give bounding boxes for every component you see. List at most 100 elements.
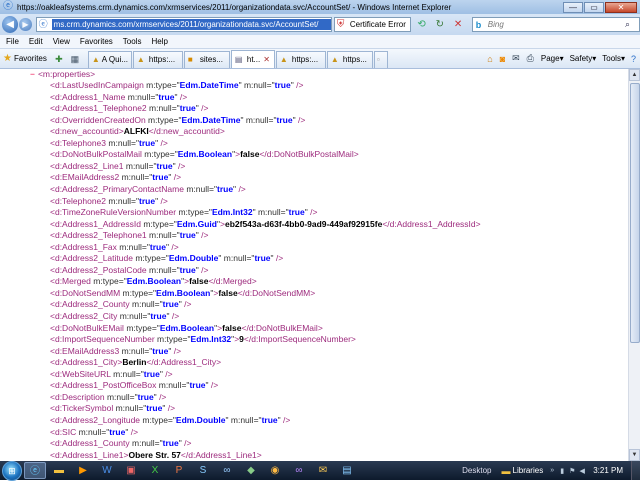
tab-2[interactable]: ▲ https:... bbox=[132, 50, 183, 68]
menu-favorites[interactable]: Favorites bbox=[76, 35, 117, 49]
maximize-button[interactable]: ▭ bbox=[584, 1, 604, 13]
scroll-thumb[interactable] bbox=[630, 83, 640, 343]
libraries-toolbar[interactable]: ▬ Libraries bbox=[498, 466, 548, 476]
search-icon[interactable]: ⌕ bbox=[625, 19, 639, 30]
scroll-up-arrow[interactable]: ▲ bbox=[629, 69, 640, 81]
start-button[interactable]: ⊞ bbox=[2, 460, 22, 481]
taskbar-paint-icon[interactable]: ▣ bbox=[120, 462, 142, 479]
tag-name: d:OverriddenCreatedOn bbox=[54, 114, 146, 125]
new-tab-button[interactable]: ▫ bbox=[373, 50, 388, 68]
help-button[interactable]: ? bbox=[628, 54, 640, 64]
forward-button[interactable]: ▶ bbox=[19, 18, 32, 31]
closing-tag-open: </ bbox=[146, 357, 154, 368]
element-value: ALFKI bbox=[123, 126, 149, 137]
menu-file[interactable]: File bbox=[2, 35, 23, 49]
taskbar-sharepoint-icon[interactable]: S bbox=[192, 462, 214, 479]
safety-menu[interactable]: Safety ▾ bbox=[567, 54, 600, 63]
scroll-down-arrow[interactable]: ▼ bbox=[629, 449, 640, 461]
tag-self-close: /> bbox=[307, 207, 318, 218]
tab-5[interactable]: ▲ https:... bbox=[275, 50, 326, 68]
taskbar-media-icon[interactable]: ▶ bbox=[72, 462, 94, 479]
search-input[interactable] bbox=[487, 18, 625, 31]
properties-open-tag[interactable]: − <m:properties> bbox=[30, 69, 95, 79]
xml-element-line: <d:OverriddenCreatedOn m:type="Edm.DateT… bbox=[50, 115, 305, 126]
close-button[interactable]: ✕ bbox=[605, 1, 637, 13]
vertical-scrollbar[interactable]: ▲ ▼ bbox=[628, 69, 640, 461]
favorites-button[interactable]: ★ Favorites bbox=[0, 53, 50, 64]
quick-tabs-icon[interactable]: ▦ bbox=[68, 52, 82, 66]
tab-4-active[interactable]: ▤ ht... ✕ bbox=[230, 49, 275, 68]
tray-network-icon[interactable]: ▮ bbox=[557, 467, 567, 475]
address-bar[interactable]: ⓔ ms.crm.dynamics.com/xrmservices/2011/o… bbox=[35, 17, 332, 32]
tag-name: d:Description bbox=[54, 391, 105, 402]
type-attribute-name: m:type=" bbox=[120, 287, 157, 298]
menu-tools[interactable]: Tools bbox=[119, 35, 146, 49]
taskbar-link-icon[interactable]: ∞ bbox=[216, 462, 238, 479]
tray-flag-icon[interactable]: ⚑ bbox=[567, 467, 577, 475]
add-to-favorites-icon[interactable]: ✚ bbox=[52, 52, 66, 66]
tab-6[interactable]: ▲ https... bbox=[326, 50, 373, 68]
minimize-button[interactable]: — bbox=[563, 1, 583, 13]
mail-button[interactable]: ✉ bbox=[509, 53, 524, 64]
taskbar-app-icon[interactable]: ◆ bbox=[240, 462, 262, 479]
collapse-toggle[interactable]: − bbox=[30, 69, 35, 79]
feeds-button[interactable]: ◙ bbox=[497, 54, 509, 64]
address-url[interactable]: ms.crm.dynamics.com/xrmservices/2011/org… bbox=[51, 19, 331, 30]
taskbar-excel-icon[interactable]: X bbox=[144, 462, 166, 479]
back-button[interactable]: ◀ bbox=[2, 16, 19, 33]
print-button[interactable]: ⎙ bbox=[524, 53, 538, 64]
xml-element-line: <d:EMailAddress2 m:null="true" /> bbox=[50, 172, 181, 183]
taskbar-folder-icon[interactable]: ▬ bbox=[48, 462, 70, 479]
tab-label: https:... bbox=[291, 55, 319, 64]
tray-chevron-icon[interactable]: » bbox=[547, 467, 557, 474]
closing-tag-name: d:Address1_Line1 bbox=[188, 449, 257, 460]
type-attribute-name: m:type=" bbox=[143, 80, 180, 90]
tag-name: d:WebSiteURL bbox=[54, 368, 111, 379]
stop-icon[interactable]: ✕ bbox=[450, 17, 465, 32]
compatibility-view-icon[interactable]: ⟲ bbox=[414, 17, 429, 32]
tag-name: d:Address2_City bbox=[54, 311, 118, 321]
taskbar-word-icon[interactable]: W bbox=[96, 462, 118, 479]
certificate-error-button[interactable]: ⛨ Certificate Error bbox=[333, 17, 411, 32]
search-box[interactable]: b ⌕ bbox=[471, 17, 640, 32]
menu-edit[interactable]: Edit bbox=[25, 35, 47, 49]
taskbar-ie-icon[interactable]: ⓔ bbox=[24, 462, 46, 479]
menu-help[interactable]: Help bbox=[147, 35, 171, 49]
tag-name: d:Address2_PostalCode bbox=[54, 264, 147, 275]
desktop-toolbar[interactable]: Desktop bbox=[456, 466, 497, 475]
tools-menu[interactable]: Tools ▾ bbox=[599, 54, 628, 63]
closing-tag-name: d:ImportSequenceNumber bbox=[251, 334, 351, 345]
page-menu[interactable]: Page ▾ bbox=[538, 54, 567, 63]
taskbar-outlook-icon[interactable]: ✉ bbox=[312, 462, 334, 479]
closing-tag-name: d:new_accountid bbox=[156, 126, 220, 137]
help-icon: ? bbox=[630, 53, 636, 64]
crm-icon: ▲ bbox=[330, 55, 339, 64]
type-attribute-value: Edm.Int32 bbox=[211, 207, 253, 218]
tab-1[interactable]: ▲ A Qui... bbox=[87, 50, 132, 68]
taskbar-explorer-icon[interactable]: ▤ bbox=[336, 462, 358, 479]
refresh-icon[interactable]: ↻ bbox=[432, 17, 447, 32]
xml-content: − <m:properties> <d:LastUsedInCampaign m:… bbox=[0, 69, 628, 461]
tray-volume-icon[interactable]: ◀ bbox=[577, 467, 587, 475]
taskbar-globe-icon[interactable]: ◉ bbox=[264, 462, 286, 479]
tab-3[interactable]: ■ sites... bbox=[183, 50, 230, 68]
closing-tag-close: > bbox=[216, 357, 222, 368]
menu-view[interactable]: View bbox=[49, 35, 74, 49]
home-button[interactable]: ⌂ bbox=[484, 54, 496, 64]
show-desktop-button[interactable] bbox=[631, 461, 640, 480]
type-attribute-value: Edm.Boolean bbox=[156, 287, 211, 298]
clock[interactable]: 3:21 PM bbox=[587, 466, 631, 475]
type-attribute-name: m:type=" bbox=[176, 207, 212, 218]
taskbar-powerpoint-icon[interactable]: P bbox=[168, 462, 190, 479]
closing-tag-open: </ bbox=[382, 218, 390, 229]
tag-name: d:EMailAddress2 bbox=[54, 172, 120, 183]
xml-element-line: <d:Telephone2 m:null="true" /> bbox=[50, 196, 168, 207]
close-tab-icon[interactable]: ✕ bbox=[263, 55, 270, 64]
type-attribute-value: Edm.DateTime bbox=[181, 114, 241, 125]
closing-tag-open: </ bbox=[237, 287, 246, 298]
xml-element-line: <d:DoNotBulkEMail m:type="Edm.Boolean">f… bbox=[50, 323, 323, 334]
xml-element-line: <d:Address2_PrimaryContactName m:null="t… bbox=[50, 184, 246, 195]
type-attribute-name: m:type=" bbox=[132, 253, 169, 264]
type-attribute-value: Edm.DateTime bbox=[179, 80, 239, 90]
taskbar-vs-icon[interactable]: ∞ bbox=[288, 462, 310, 479]
